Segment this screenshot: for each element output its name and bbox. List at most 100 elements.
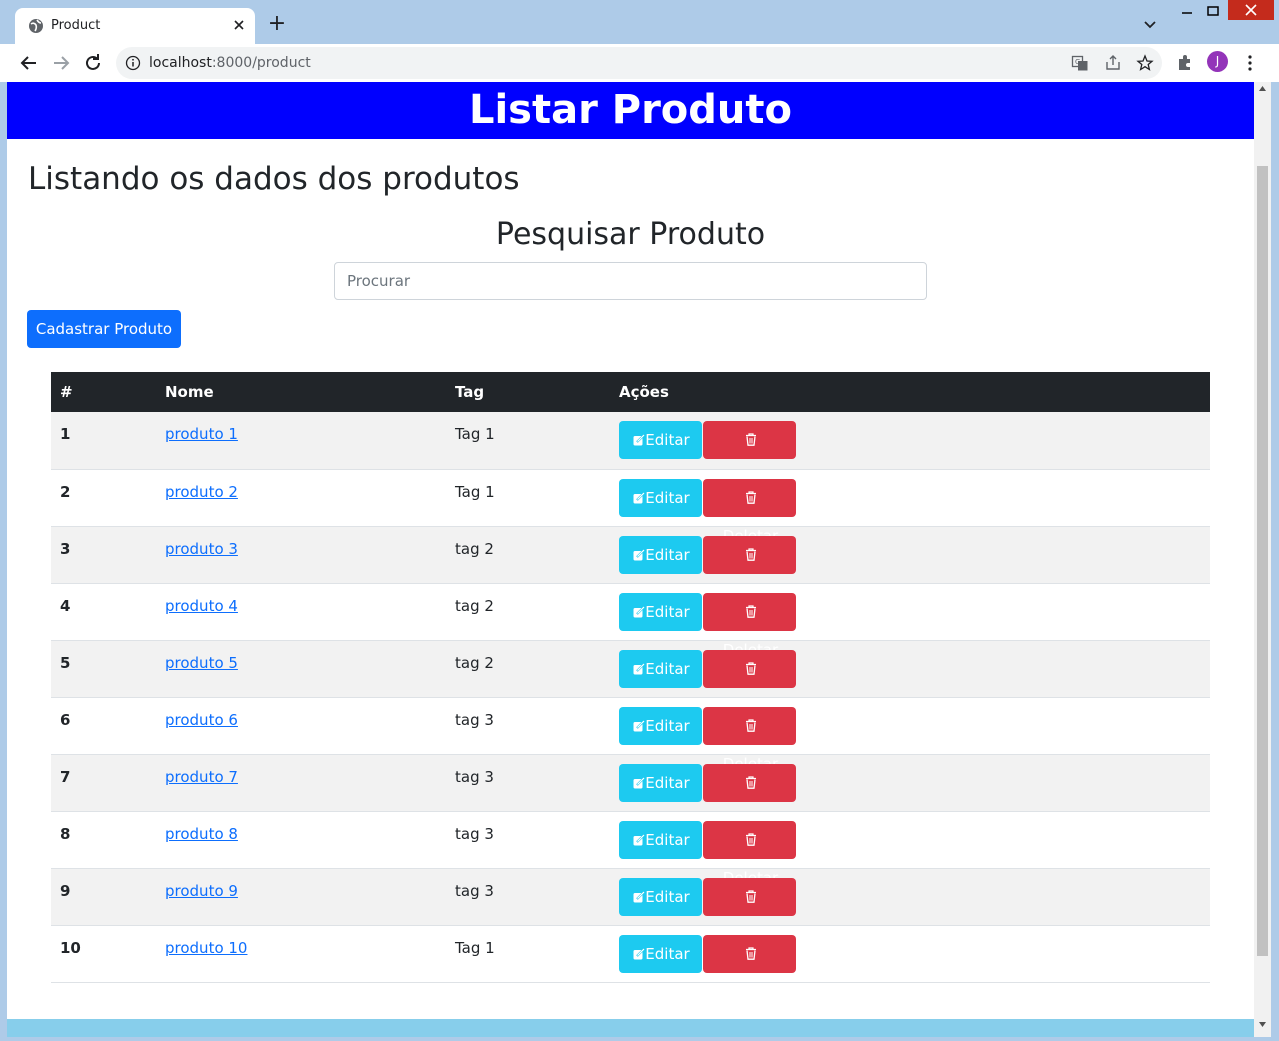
url-host: localhost [149, 55, 212, 71]
reload-icon[interactable] [81, 51, 105, 75]
edit-button[interactable]: Editar [619, 820, 702, 859]
product-table: # Nome Tag Ações 1 produto 1 Tag 1 Editar De… [51, 372, 1210, 1001]
row-id: 3 [51, 526, 156, 584]
edit-button[interactable]: Editar [619, 478, 702, 517]
edit-label: Editar [645, 545, 690, 564]
edit-button[interactable]: Editar [619, 934, 702, 973]
header-actions: Ações [610, 372, 1210, 412]
forward-arrow-icon[interactable] [49, 51, 73, 75]
row-name-cell: produto 9 [156, 868, 446, 926]
row-actions: Editar Deletar [610, 640, 1210, 716]
delete-button[interactable]: Deletar [703, 592, 796, 659]
info-icon[interactable] [125, 55, 141, 71]
url-path: :8000/product [211, 55, 311, 71]
edit-icon [633, 548, 646, 560]
row-id: 8 [51, 811, 156, 869]
row-actions: Editar Deletar [610, 925, 1210, 1001]
delete-button[interactable]: Deletar [703, 478, 796, 545]
edit-label: Editar [645, 773, 690, 792]
delete-button[interactable]: Deletar [703, 820, 796, 887]
edit-button[interactable]: Editar [619, 706, 702, 745]
edit-icon [633, 833, 646, 845]
delete-button[interactable]: Deletar [703, 535, 796, 602]
window-close-icon[interactable] [1228, 0, 1274, 20]
address-bar[interactable]: localhost:8000/product G [116, 47, 1162, 79]
edit-label: Editar [645, 830, 690, 849]
row-tag: tag 3 [446, 868, 610, 926]
browser-tab[interactable]: Product [15, 8, 255, 44]
footer-bar [7, 1019, 1254, 1037]
row-name-cell: produto 10 [156, 925, 446, 983]
translate-icon[interactable]: G [1071, 54, 1089, 72]
row-tag: tag 3 [446, 754, 610, 812]
profile-avatar[interactable]: J [1207, 51, 1228, 72]
back-arrow-icon[interactable] [17, 51, 41, 75]
delete-button[interactable]: Deletar [703, 877, 796, 944]
product-link[interactable]: produto 8 [165, 825, 238, 843]
header-id: # [51, 372, 156, 412]
edit-icon [633, 776, 646, 788]
delete-button[interactable]: Deletar [703, 421, 796, 487]
product-link[interactable]: produto 3 [165, 540, 238, 558]
trash-icon [745, 718, 756, 732]
chevron-down-icon[interactable] [1140, 14, 1160, 34]
bookmark-star-icon[interactable] [1136, 54, 1154, 72]
row-tag: tag 3 [446, 811, 610, 869]
row-id: 7 [51, 754, 156, 812]
vertical-scrollbar[interactable] [1254, 82, 1271, 1037]
row-actions: Editar Deletar [610, 697, 1210, 773]
product-link[interactable]: produto 1 [165, 425, 238, 443]
product-link[interactable]: produto 5 [165, 654, 238, 672]
edit-button[interactable]: Editar [619, 535, 702, 574]
edit-button[interactable]: Editar [619, 877, 702, 916]
trash-icon [745, 490, 756, 504]
row-name-cell: produto 3 [156, 526, 446, 584]
row-id: 9 [51, 868, 156, 926]
row-id: 10 [51, 925, 156, 983]
minimize-icon[interactable] [1175, 0, 1199, 26]
scroll-thumb[interactable] [1257, 166, 1268, 956]
row-id: 4 [51, 583, 156, 641]
product-link[interactable]: produto 9 [165, 882, 238, 900]
search-input[interactable] [334, 262, 927, 300]
edit-button[interactable]: Editar [619, 592, 702, 631]
row-name-cell: produto 6 [156, 697, 446, 755]
row-actions: Editar Deletar [610, 811, 1210, 887]
table-row: 10 produto 10 Tag 1 Editar Deletar [51, 925, 1210, 1001]
product-link[interactable]: produto 2 [165, 483, 238, 501]
product-link[interactable]: produto 10 [165, 939, 247, 957]
edit-button[interactable]: Editar [619, 763, 702, 802]
extensions-puzzle-icon[interactable] [1175, 53, 1195, 73]
scroll-down-arrow-icon[interactable] [1258, 1020, 1267, 1029]
trash-icon [745, 832, 756, 846]
delete-button[interactable]: Deletar [703, 763, 796, 830]
delete-button[interactable]: Deletar [703, 706, 796, 773]
edit-icon [633, 947, 646, 959]
tab-title: Product [51, 18, 101, 33]
row-id: 6 [51, 697, 156, 755]
product-link[interactable]: produto 7 [165, 768, 238, 786]
add-product-button[interactable]: Cadastrar Produto [27, 310, 181, 348]
kebab-menu-icon[interactable] [1240, 53, 1260, 73]
edit-label: Editar [645, 716, 690, 735]
maximize-icon[interactable] [1200, 0, 1226, 26]
table-row: 3 produto 3 tag 2 Editar Deletar [51, 526, 1210, 602]
edit-icon [633, 890, 646, 902]
row-name-cell: produto 5 [156, 640, 446, 698]
share-icon[interactable] [1104, 54, 1122, 72]
table-row: 6 produto 6 tag 3 Editar Deletar [51, 697, 1210, 773]
product-link[interactable]: produto 6 [165, 711, 238, 729]
row-actions: Editar Deletar [610, 754, 1210, 830]
delete-button[interactable]: Deletar [703, 649, 796, 716]
delete-label: Deletar [722, 982, 779, 1001]
delete-button[interactable]: Deletar [703, 934, 796, 1001]
row-actions: Editar Deletar [610, 526, 1210, 602]
scroll-up-arrow-icon[interactable] [1258, 84, 1267, 93]
product-link[interactable]: produto 4 [165, 597, 238, 615]
edit-button[interactable]: Editar [619, 649, 702, 688]
close-tab-icon[interactable] [230, 16, 248, 34]
new-tab-button[interactable]: + [265, 12, 289, 36]
row-tag: tag 2 [446, 526, 610, 584]
page-viewport: Listar Produto Listando os dados dos pro… [7, 82, 1254, 1037]
edit-button[interactable]: Editar [619, 421, 702, 459]
